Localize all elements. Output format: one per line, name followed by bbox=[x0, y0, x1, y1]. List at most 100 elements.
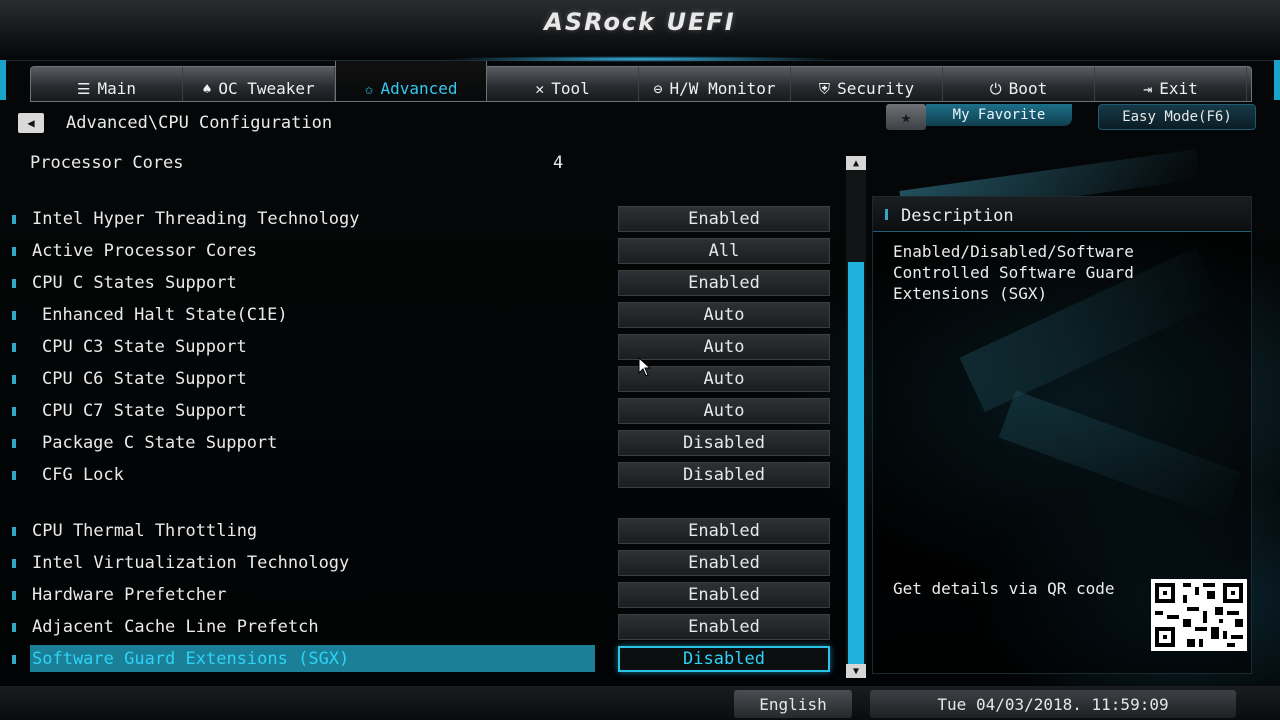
setting-value-dropdown[interactable]: All bbox=[618, 238, 830, 264]
setting-row[interactable]: CPU C7 State Support Auto bbox=[10, 398, 840, 424]
bullet-marker bbox=[12, 471, 16, 480]
setting-label: CPU C6 State Support bbox=[42, 369, 247, 389]
tab-exit[interactable]: ⇥ Exit bbox=[1095, 67, 1247, 101]
bullet-marker bbox=[12, 655, 16, 664]
bullet-marker bbox=[12, 279, 16, 288]
tab-security[interactable]: ⛨ Security bbox=[791, 67, 943, 101]
setting-value-dropdown[interactable]: Auto bbox=[618, 398, 830, 424]
setting-row[interactable]: Active Processor Cores All bbox=[10, 238, 840, 264]
tab-label: OC Tweaker bbox=[218, 79, 315, 98]
star-icon: ✩ bbox=[364, 80, 374, 98]
bullet-marker bbox=[12, 343, 16, 352]
setting-value-dropdown[interactable]: Auto bbox=[618, 302, 830, 328]
app-logo: ASRock UEFI bbox=[544, 8, 736, 36]
back-button[interactable]: ◀ bbox=[18, 113, 44, 133]
scroll-down-button[interactable]: ▼ bbox=[846, 664, 866, 678]
setting-row[interactable]: Hardware Prefetcher Enabled bbox=[10, 582, 840, 608]
setting-label: Intel Virtualization Technology bbox=[32, 553, 350, 573]
setting-row[interactable]: CPU Thermal Throttling Enabled bbox=[10, 518, 840, 544]
tab-oc-tweaker[interactable]: ♠ OC Tweaker bbox=[183, 67, 335, 101]
tab-label: Main bbox=[97, 79, 136, 98]
exit-icon: ⇥ bbox=[1143, 80, 1153, 98]
left-accent bbox=[0, 60, 6, 100]
star-icon: ★ bbox=[900, 106, 912, 128]
bullet-marker bbox=[12, 439, 16, 448]
easy-mode-button[interactable]: Easy Mode(F6) bbox=[1098, 104, 1256, 130]
setting-value-dropdown[interactable]: Enabled bbox=[618, 582, 830, 608]
breadcrumb: Advanced\CPU Configuration bbox=[66, 113, 333, 133]
tools-icon: ✕ bbox=[535, 80, 545, 98]
right-accent bbox=[1274, 60, 1280, 100]
tab-h-w-monitor[interactable]: ⊖ H/W Monitor bbox=[639, 67, 791, 101]
setting-label: Adjacent Cache Line Prefetch bbox=[32, 617, 319, 637]
bullet-marker bbox=[12, 375, 16, 384]
tab-advanced[interactable]: ✩ Advanced bbox=[335, 61, 487, 101]
setting-label: Enhanced Halt State(C1E) bbox=[42, 305, 288, 325]
setting-row[interactable]: Intel Hyper Threading Technology Enabled bbox=[10, 206, 840, 232]
power-icon: ⏻ bbox=[989, 80, 1002, 98]
setting-row[interactable]: Software Guard Extensions (SGX) Disabled bbox=[10, 645, 840, 672]
bullet-marker bbox=[12, 559, 16, 568]
tab-label: Boot bbox=[1008, 79, 1048, 98]
tab-label: Advanced bbox=[380, 79, 458, 98]
bullet-marker bbox=[885, 209, 888, 220]
setting-label: Hardware Prefetcher bbox=[32, 585, 227, 605]
setting-row[interactable]: CFG Lock Disabled bbox=[10, 462, 840, 488]
tab-main[interactable]: ☰ Main bbox=[31, 67, 183, 101]
top-bar: ASRock UEFI bbox=[0, 0, 1280, 62]
setting-value-dropdown[interactable]: Enabled bbox=[618, 614, 830, 640]
shield-icon: ⛨ bbox=[818, 80, 831, 98]
setting-value-dropdown[interactable]: Enabled bbox=[618, 206, 830, 232]
setting-label: CPU C7 State Support bbox=[42, 401, 247, 421]
setting-label: CPU Thermal Throttling bbox=[32, 521, 258, 541]
bullet-marker bbox=[12, 591, 16, 600]
setting-value-dropdown[interactable]: Enabled bbox=[618, 550, 830, 576]
breadcrumb-row: ◀ Advanced\CPU Configuration bbox=[18, 110, 332, 136]
description-header: Description bbox=[873, 197, 1251, 232]
language-button[interactable]: English bbox=[734, 690, 852, 718]
scroll-up-button[interactable]: ▲ bbox=[846, 156, 866, 170]
processor-cores-value: 4 bbox=[553, 153, 564, 173]
mouse-cursor-icon bbox=[638, 357, 652, 377]
monitor-icon: ⊖ bbox=[653, 80, 663, 98]
qr-code-graphic bbox=[1151, 579, 1247, 651]
setting-row[interactable]: CPU C6 State Support Auto bbox=[10, 366, 840, 392]
qr-label: Get details via QR code bbox=[893, 579, 1115, 598]
setting-row[interactable]: CPU C States Support Enabled bbox=[10, 270, 840, 296]
my-favorite-button[interactable]: My Favorite bbox=[926, 104, 1072, 126]
setting-label: CPU C3 State Support bbox=[42, 337, 247, 357]
main-nav: ☰ Main ♠ OC Tweaker ✩ Advanced ✕ Tool ⊖ H/W Monit… bbox=[30, 61, 1252, 102]
setting-label: Software Guard Extensions (SGX) bbox=[32, 649, 350, 669]
setting-row[interactable]: Package C State Support Disabled bbox=[10, 430, 840, 456]
tab-tool[interactable]: ✕ Tool bbox=[487, 67, 639, 101]
qr-code bbox=[1151, 579, 1247, 651]
favorite-star-button[interactable]: ★ bbox=[886, 104, 926, 130]
setting-row[interactable]: CPU C3 State Support Auto bbox=[10, 334, 840, 360]
arrow-up-icon: ▲ bbox=[852, 157, 860, 169]
top-glow bbox=[440, 56, 840, 62]
back-arrow-icon: ◀ bbox=[27, 116, 35, 130]
tab-label: H/W Monitor bbox=[669, 79, 776, 98]
setting-value-dropdown[interactable]: Disabled bbox=[618, 430, 830, 456]
setting-label: CPU C States Support bbox=[32, 273, 237, 293]
bullet-marker bbox=[12, 527, 16, 536]
setting-row[interactable]: Adjacent Cache Line Prefetch Enabled bbox=[10, 614, 840, 640]
setting-label: CFG Lock bbox=[42, 465, 124, 485]
description-panel: Description Enabled/Disabled/Software Co… bbox=[872, 196, 1252, 674]
bullet-marker bbox=[12, 215, 16, 224]
tab-boot[interactable]: ⏻ Boot bbox=[943, 67, 1095, 101]
tab-label: Tool bbox=[551, 79, 590, 98]
setting-row[interactable]: Intel Virtualization Technology Enabled bbox=[10, 550, 840, 576]
setting-value-dropdown[interactable]: Disabled bbox=[618, 646, 830, 672]
scrollbar-thumb[interactable] bbox=[848, 262, 864, 664]
list-icon: ☰ bbox=[77, 80, 91, 98]
setting-value-dropdown[interactable]: Enabled bbox=[618, 518, 830, 544]
datetime-display: Tue 04/03/2018. 11:59:09 bbox=[870, 690, 1236, 718]
setting-value-dropdown[interactable]: Disabled bbox=[618, 462, 830, 488]
description-text: Enabled/Disabled/Software Controlled Sof… bbox=[893, 242, 1134, 303]
setting-value-dropdown[interactable]: Enabled bbox=[618, 270, 830, 296]
setting-label: Active Processor Cores bbox=[32, 241, 258, 261]
arrow-down-icon: ▼ bbox=[852, 665, 860, 677]
rocket-icon: ♠ bbox=[202, 80, 212, 98]
setting-row[interactable]: Enhanced Halt State(C1E) Auto bbox=[10, 302, 840, 328]
